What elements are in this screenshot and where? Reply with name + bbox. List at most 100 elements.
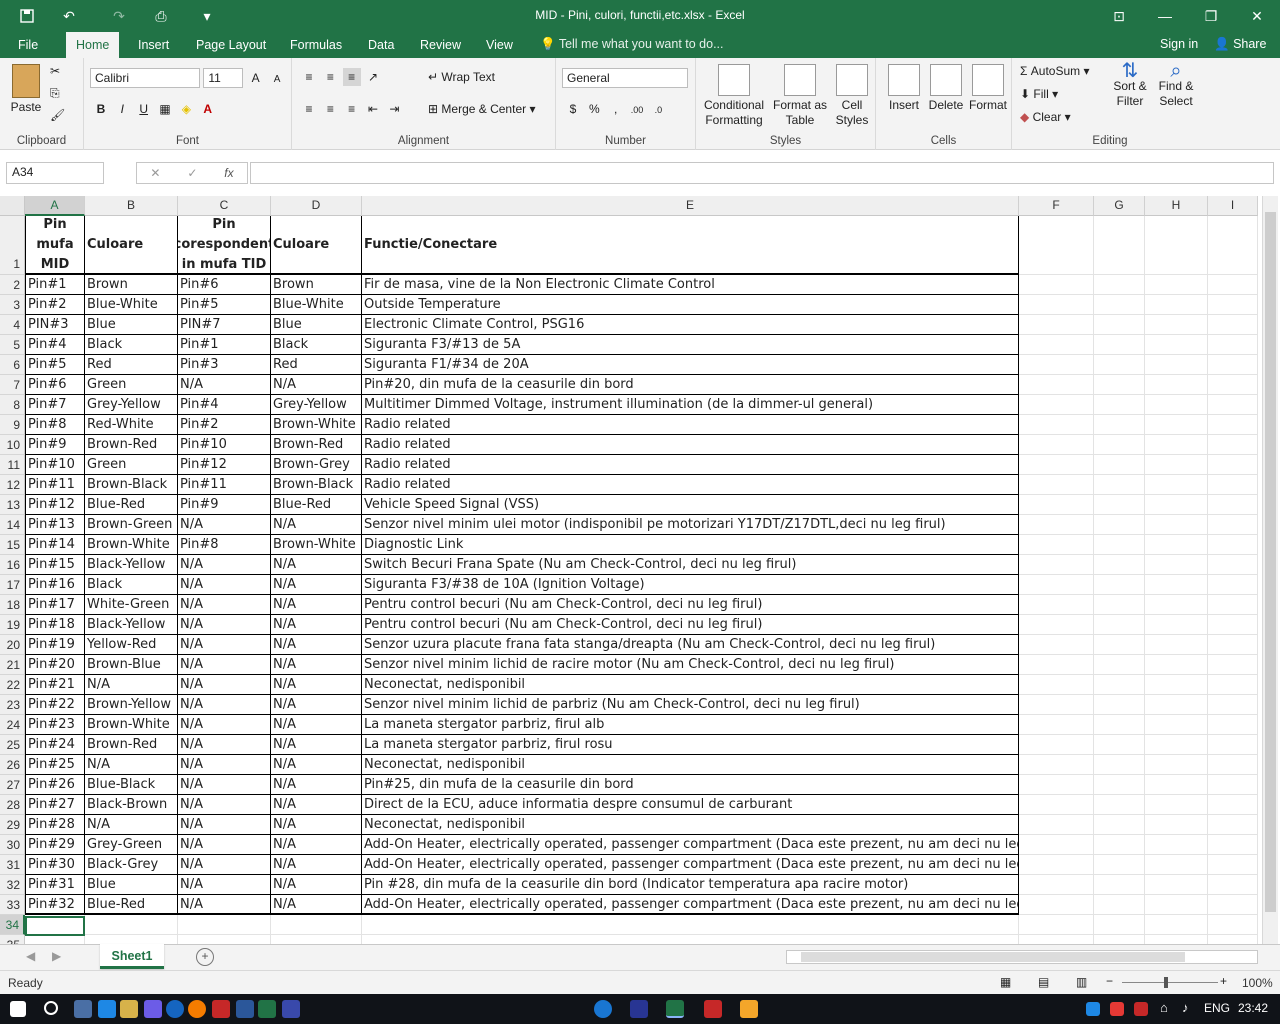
table-cell[interactable]: Pin#20 xyxy=(25,655,85,675)
table-cell[interactable]: N/A xyxy=(178,695,271,715)
table-cell[interactable]: Brown-White xyxy=(85,715,178,735)
row-header[interactable]: 18 xyxy=(0,595,25,615)
align-bottom-icon[interactable]: ≡ xyxy=(342,68,361,86)
table-cell[interactable]: N/A xyxy=(271,615,362,635)
table-cell[interactable]: N/A xyxy=(271,695,362,715)
cancel-icon[interactable]: ✕ xyxy=(150,166,160,180)
font-name-select[interactable]: Calibri xyxy=(90,68,200,88)
table-cell[interactable]: N/A xyxy=(85,755,178,775)
table-cell[interactable]: Black-Yellow xyxy=(85,555,178,575)
table-cell[interactable]: Green xyxy=(85,375,178,395)
table-cell[interactable]: Green xyxy=(85,455,178,475)
orientation-icon[interactable]: ↗ xyxy=(364,68,382,86)
column-header-a[interactable]: A xyxy=(25,196,85,216)
next-sheet-icon[interactable]: ▶ xyxy=(52,949,61,963)
merge-center-button[interactable]: ⊞ Merge & Center ▾ xyxy=(428,102,535,116)
table-cell[interactable]: Pin#10 xyxy=(178,435,271,455)
table-cell[interactable]: Brown-White xyxy=(85,535,178,555)
row-header[interactable]: 28 xyxy=(0,795,25,815)
cut-icon[interactable]: ✂ xyxy=(50,64,60,78)
table-cell[interactable]: Pin#8 xyxy=(25,415,85,435)
table-cell[interactable]: N/A xyxy=(178,555,271,575)
column-header-e[interactable]: E xyxy=(362,196,1019,216)
sort-filter-button[interactable]: ⇅ Sort & Filter xyxy=(1108,61,1152,109)
table-cell[interactable]: N/A xyxy=(271,835,362,855)
active-cell[interactable] xyxy=(25,916,85,936)
row-header[interactable]: 26 xyxy=(0,755,25,775)
tab-view[interactable]: View xyxy=(476,32,523,58)
table-cell[interactable]: Blue xyxy=(85,315,178,335)
windows-start-icon[interactable] xyxy=(10,1001,26,1017)
table-cell[interactable]: N/A xyxy=(178,815,271,835)
zoom-slider-thumb[interactable] xyxy=(1164,977,1168,988)
table-cell[interactable]: Pin#15 xyxy=(25,555,85,575)
table-cell[interactable]: N/A xyxy=(178,575,271,595)
table-cell[interactable]: Brown-Yellow xyxy=(85,695,178,715)
table-cell[interactable]: Pin#29 xyxy=(25,835,85,855)
row-header[interactable]: 29 xyxy=(0,815,25,835)
table-cell[interactable]: Pin#1 xyxy=(25,275,85,295)
table-cell[interactable]: N/A xyxy=(178,895,271,915)
tab-home[interactable]: Home xyxy=(66,32,120,58)
table-cell[interactable]: Pin#12 xyxy=(25,495,85,515)
table-cell[interactable]: Radio related xyxy=(362,415,1019,435)
table-cell[interactable]: PIN#7 xyxy=(178,315,271,335)
conditional-formatting-button[interactable]: Conditional Formatting xyxy=(702,64,766,128)
vertical-scrollbar[interactable] xyxy=(1262,196,1278,944)
percent-button[interactable]: % xyxy=(585,100,603,118)
row-header[interactable]: 30 xyxy=(0,835,25,855)
page-layout-view-icon[interactable]: ▤ xyxy=(1038,975,1049,989)
row-header[interactable]: 8 xyxy=(0,395,25,415)
table-cell[interactable]: N/A xyxy=(271,735,362,755)
table-cell[interactable]: Radio related xyxy=(362,475,1019,495)
decrease-font-icon[interactable]: A xyxy=(268,71,286,89)
table-cell[interactable]: N/A xyxy=(271,675,362,695)
table-cell[interactable]: Grey-Yellow xyxy=(85,395,178,415)
app-icon-3[interactable] xyxy=(144,1000,162,1018)
table-cell[interactable]: Pin#1 xyxy=(178,335,271,355)
table-cell[interactable]: Pin#7 xyxy=(25,395,85,415)
table-cell[interactable]: N/A xyxy=(271,795,362,815)
row-header[interactable]: 10 xyxy=(0,435,25,455)
row-header[interactable]: 2 xyxy=(0,275,25,295)
table-cell[interactable]: Brown-Grey xyxy=(271,455,362,475)
table-cell[interactable]: N/A xyxy=(271,715,362,735)
app-icon-8[interactable] xyxy=(630,1000,648,1018)
column-header-f[interactable]: F xyxy=(1019,196,1094,216)
row-header[interactable]: 34 xyxy=(0,915,25,935)
table-cell[interactable]: Pentru control becuri (Nu am Check-Contr… xyxy=(362,595,1019,615)
table-cell[interactable]: Siguranta F3/#38 de 10A (Ignition Voltag… xyxy=(362,575,1019,595)
add-sheet-icon[interactable]: + xyxy=(196,948,214,966)
table-cell[interactable]: Blue xyxy=(85,875,178,895)
tab-data[interactable]: Data xyxy=(358,32,404,58)
tab-insert[interactable]: Insert xyxy=(128,32,179,58)
table-cell[interactable]: Pin#9 xyxy=(25,435,85,455)
name-box[interactable]: A34 xyxy=(6,162,104,184)
table-cell[interactable]: Neconectat, nedisponibil xyxy=(362,755,1019,775)
insert-cells-button[interactable]: Insert xyxy=(884,64,924,112)
table-cell[interactable]: Pin#11 xyxy=(178,475,271,495)
decrease-indent-icon[interactable]: ⇤ xyxy=(364,100,382,118)
table-cell[interactable]: Pin#22 xyxy=(25,695,85,715)
header-cell[interactable]: Culoare xyxy=(85,216,178,275)
horizontal-scrollbar[interactable] xyxy=(786,950,1258,964)
table-cell[interactable]: Grey-Green xyxy=(85,835,178,855)
table-cell[interactable]: Black xyxy=(85,335,178,355)
header-cell[interactable]: Pin mufa MID xyxy=(25,216,85,275)
format-cells-button[interactable]: Format xyxy=(968,64,1008,112)
bold-button[interactable]: B xyxy=(92,100,110,118)
table-cell[interactable]: Blue-Red xyxy=(85,895,178,915)
row-header[interactable]: 17 xyxy=(0,575,25,595)
italic-button[interactable]: I xyxy=(113,100,131,118)
table-cell[interactable]: Pin#21 xyxy=(25,675,85,695)
table-cell[interactable]: Blue-Black xyxy=(85,775,178,795)
table-cell[interactable]: Pin#5 xyxy=(25,355,85,375)
paste-button[interactable]: Paste xyxy=(8,64,44,114)
align-left-icon[interactable]: ≡ xyxy=(300,100,318,118)
table-cell[interactable]: Brown-Black xyxy=(271,475,362,495)
copy-icon[interactable]: ⎘ xyxy=(50,86,60,101)
cell-styles-button[interactable]: Cell Styles xyxy=(832,64,872,128)
table-cell[interactable]: Siguranta F3/#13 de 5A xyxy=(362,335,1019,355)
table-cell[interactable]: N/A xyxy=(85,675,178,695)
table-cell[interactable]: Pin#28 xyxy=(25,815,85,835)
